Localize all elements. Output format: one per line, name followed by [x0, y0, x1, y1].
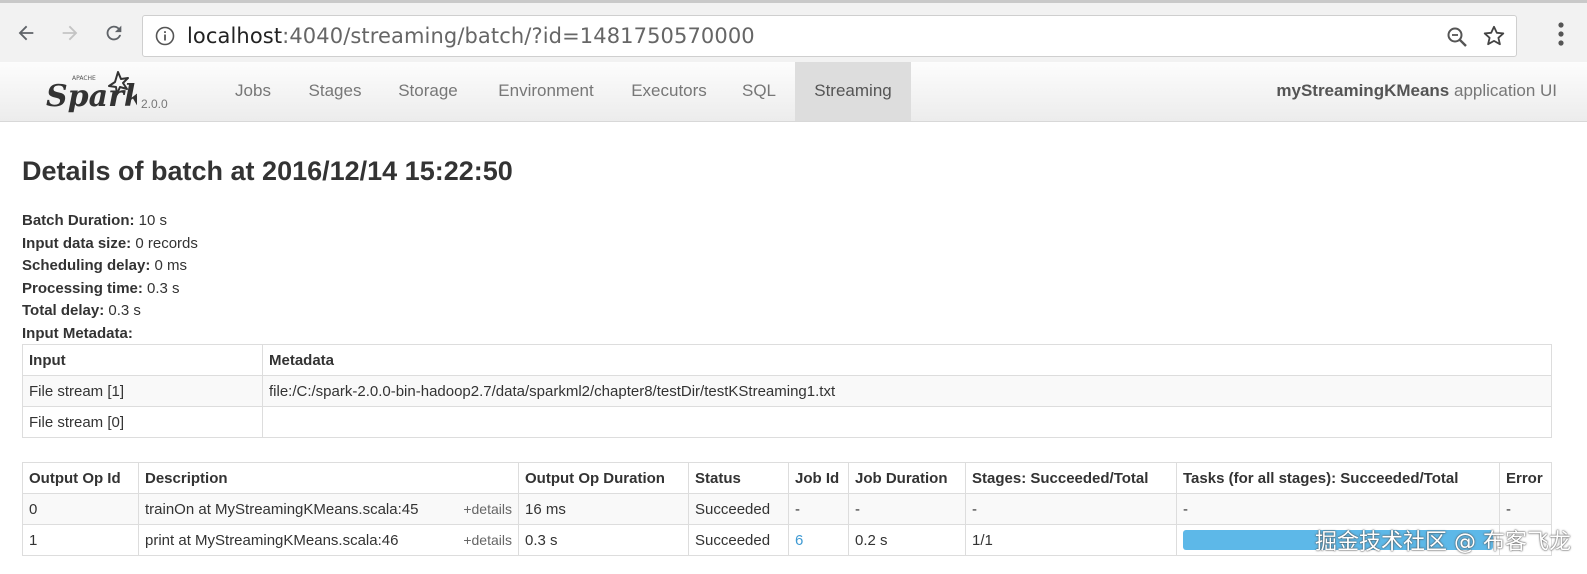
spark-version: 2.0.0: [141, 97, 168, 111]
column-header: Metadata: [262, 344, 1552, 376]
column-header-error[interactable]: Error: [1499, 462, 1552, 494]
op-duration: 16 ms: [518, 493, 689, 525]
column-header-stages[interactable]: Stages: Succeeded/Total: [965, 462, 1177, 494]
table-header-row: Input Metadata: [22, 344, 1552, 376]
status: Succeeded: [688, 493, 789, 525]
table-row: 0 trainOn at MyStreamingKMeans.scala:45 …: [22, 493, 1552, 525]
input-metadata-label: Input Metadata:: [22, 324, 133, 342]
svg-text:APACHE: APACHE: [72, 75, 96, 82]
batch-summary: Batch Duration: 10 s Input data size: 0 …: [22, 210, 198, 345]
table-cell: File stream [0]: [22, 406, 263, 438]
column-header-job-duration[interactable]: Job Duration: [848, 462, 966, 494]
address-bar[interactable]: localhost:4040/streaming/batch/?id=14817…: [142, 15, 1517, 57]
job-duration: -: [848, 493, 966, 525]
description-text: print at MyStreamingKMeans.scala:46: [145, 531, 399, 549]
description-text: trainOn at MyStreamingKMeans.scala:45: [145, 500, 419, 518]
tab-environment[interactable]: Environment: [484, 62, 608, 121]
processing-time: Processing time: 0.3 s: [22, 279, 180, 297]
table-row: File stream [0]: [22, 406, 1552, 438]
tab-executors[interactable]: Executors: [619, 62, 719, 121]
job-id: -: [788, 493, 849, 525]
table-cell: [262, 406, 1552, 438]
op-duration: 0.3 s: [518, 524, 689, 556]
browser-toolbar: localhost:4040/streaming/batch/?id=14817…: [0, 0, 1587, 62]
spark-navbar: Spark APACHE 2.0.0 Jobs Stages Storage E…: [0, 62, 1587, 122]
tab-jobs[interactable]: Jobs: [222, 62, 284, 121]
column-header-job-id[interactable]: Job Id: [788, 462, 849, 494]
column-header-op-duration[interactable]: Output Op Duration: [518, 462, 689, 494]
bookmark-star-icon[interactable]: [1482, 24, 1506, 48]
tab-storage[interactable]: Storage: [387, 62, 469, 121]
total-delay: Total delay: 0.3 s: [22, 302, 141, 319]
description-cell: trainOn at MyStreamingKMeans.scala:45 +d…: [138, 493, 519, 525]
zoom-icon[interactable]: [1446, 26, 1468, 48]
stages: -: [965, 493, 1177, 525]
details-toggle[interactable]: +details: [463, 532, 512, 548]
description-cell: print at MyStreamingKMeans.scala:46 +det…: [138, 524, 519, 556]
job-duration: 0.2 s: [848, 524, 966, 556]
url-text: localhost:4040/streaming/batch/?id=14817…: [187, 24, 755, 48]
tasks: -: [1176, 493, 1500, 525]
arrow-right-icon: [62, 25, 78, 41]
column-header-status[interactable]: Status: [688, 462, 789, 494]
stages: 1/1: [965, 524, 1177, 556]
forward-button[interactable]: [56, 19, 84, 47]
tab-streaming[interactable]: Streaming: [795, 62, 911, 121]
batch-duration: Batch Duration: 10 s: [22, 212, 168, 229]
info-icon[interactable]: [155, 26, 175, 46]
tab-stages[interactable]: Stages: [296, 62, 374, 121]
table-cell: file:/C:/spark-2.0.0-bin-hadoop2.7/data/…: [262, 375, 1552, 407]
table-row: File stream [1] file:/C:/spark-2.0.0-bin…: [22, 375, 1552, 407]
back-button[interactable]: [12, 19, 40, 47]
table-header-row: Output Op Id Description Output Op Durat…: [22, 462, 1552, 494]
spark-logo[interactable]: Spark APACHE: [42, 66, 137, 118]
job-id-link[interactable]: 6: [788, 524, 849, 556]
details-toggle[interactable]: +details: [463, 501, 512, 517]
page-title: Details of batch at 2016/12/14 15:22:50: [22, 156, 513, 186]
column-header-output-op-id[interactable]: Output Op Id: [22, 462, 139, 494]
arrow-left-icon: [18, 25, 34, 41]
status: Succeeded: [688, 524, 789, 556]
output-op-id: 0: [22, 493, 139, 525]
column-header: Input: [22, 344, 263, 376]
input-data-size: Input data size: 0 records: [22, 234, 198, 252]
reload-icon: [106, 25, 122, 41]
column-header-tasks[interactable]: Tasks (for all stages): Succeeded/Total: [1176, 462, 1500, 494]
column-header-description[interactable]: Description: [138, 462, 519, 494]
tab-sql[interactable]: SQL: [732, 62, 786, 121]
error: -: [1499, 493, 1552, 525]
reload-button[interactable]: [100, 19, 128, 47]
application-name: myStreamingKMeans application UI: [1276, 81, 1557, 100]
menu-dots-icon[interactable]: [1557, 21, 1565, 47]
table-cell: File stream [1]: [22, 375, 263, 407]
watermark: 掘金技术社区 @ 布客飞龙: [1315, 530, 1571, 555]
output-op-id: 1: [22, 524, 139, 556]
scheduling-delay: Scheduling delay: 0 ms: [22, 257, 188, 274]
input-metadata-table: Input Metadata File stream [1] file:/C:/…: [22, 344, 1552, 438]
